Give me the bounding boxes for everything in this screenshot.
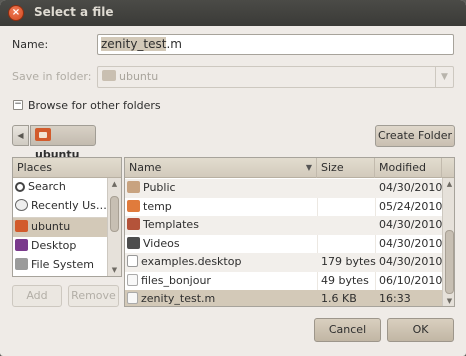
folder-icon xyxy=(102,70,116,81)
file-list-header: Name ▼ Size Modified xyxy=(125,158,454,178)
file-name-cell: files_bonjour xyxy=(127,272,317,290)
videos-folder-icon xyxy=(127,236,140,249)
file-row[interactable]: temp 05/24/2010 xyxy=(125,198,442,217)
file-name: examples.desktop xyxy=(141,255,242,268)
column-header-name[interactable]: Name ▼ xyxy=(125,158,317,178)
file-row[interactable]: Public 04/30/2010 xyxy=(125,179,442,198)
name-selected-text: zenity_test xyxy=(101,37,167,51)
public-folder-icon xyxy=(127,181,140,193)
home-folder-icon xyxy=(35,128,51,141)
browse-label[interactable]: Browse for other folders xyxy=(28,99,161,112)
places-item-recent[interactable]: Recently Us… xyxy=(13,197,121,216)
file-rows: Public 04/30/2010 temp 05/24/2010 Templa… xyxy=(125,179,442,306)
close-button[interactable]: × xyxy=(8,5,24,21)
file-name: Templates xyxy=(143,218,199,231)
file-row[interactable]: Templates 04/30/2010 xyxy=(125,216,442,235)
file-name: temp xyxy=(143,199,172,213)
window-title: Select a file xyxy=(34,5,114,19)
add-bookmark-button[interactable]: Add xyxy=(12,285,62,307)
file-modified: 05/24/2010 xyxy=(379,199,443,213)
file-name: zenity_test.m xyxy=(141,292,216,305)
ok-button[interactable]: OK xyxy=(387,318,454,342)
places-header[interactable]: Places xyxy=(13,158,121,178)
scroll-down-icon[interactable]: ▼ xyxy=(443,297,454,305)
column-header-size[interactable]: Size xyxy=(317,158,375,178)
desktop-file-icon xyxy=(127,255,138,267)
cancel-button[interactable]: Cancel xyxy=(314,318,381,342)
places-item-filesystem[interactable]: File System xyxy=(13,256,121,275)
file-size: 179 bytes xyxy=(321,255,376,268)
column-header-name-label: Name xyxy=(129,161,162,174)
combo-arrow-icon: ▼ xyxy=(435,67,453,87)
file-modified: 06/10/2010 xyxy=(379,273,443,287)
path-back-button[interactable]: ◀ xyxy=(12,125,29,146)
places-item-label: ubuntu xyxy=(31,220,71,233)
places-panel: Places Search Recently Us… ubuntu Deskto… xyxy=(12,157,122,277)
remove-bookmark-button[interactable]: Remove xyxy=(68,285,119,307)
places-item-label: File System xyxy=(31,258,94,271)
file-list-scrollbar[interactable]: ▲ ▼ xyxy=(442,178,454,306)
places-item-ubuntu[interactable]: ubuntu xyxy=(13,218,121,237)
save-in-folder-combo[interactable]: ubuntu ▼ xyxy=(97,66,454,88)
home-folder-icon xyxy=(15,220,28,232)
file-modified: 04/30/2010 xyxy=(379,255,443,268)
name-label: Name: xyxy=(12,38,49,51)
file-size: 49 bytes xyxy=(321,273,369,287)
places-item-label: Search xyxy=(28,180,66,193)
file-name: files_bonjour xyxy=(141,273,211,287)
desktop-icon xyxy=(15,239,28,251)
file-modified: 04/30/2010 xyxy=(379,236,443,250)
file-name-cell: Public xyxy=(127,179,317,197)
file-name-cell: examples.desktop xyxy=(127,253,317,271)
file-dialog: × Select a file Name: zenity_test.m Save… xyxy=(0,0,466,356)
file-name: Public xyxy=(143,181,176,194)
file-list-scroll-thumb[interactable] xyxy=(445,230,454,294)
templates-folder-icon xyxy=(127,218,140,230)
search-icon xyxy=(15,182,25,192)
file-modified: 16:33 xyxy=(379,292,411,305)
file-name: Videos xyxy=(143,236,180,250)
file-size: 1.6 KB xyxy=(321,292,357,305)
file-list: Name ▼ Size Modified Public 04/30/2010 te… xyxy=(124,157,455,307)
places-scroll-thumb[interactable] xyxy=(110,196,119,232)
places-item-desktop[interactable]: Desktop xyxy=(13,237,121,256)
save-in-value: ubuntu xyxy=(119,70,159,83)
sort-arrow-icon: ▼ xyxy=(305,163,312,172)
file-row[interactable]: files_bonjour 49 bytes 06/10/2010 xyxy=(125,272,442,291)
places-item-label: Recently Us… xyxy=(31,199,107,212)
file-row[interactable]: Videos 04/30/2010 xyxy=(125,235,442,254)
titlebar: × Select a file xyxy=(0,0,466,26)
text-file-icon xyxy=(127,292,138,304)
scroll-up-icon[interactable]: ▲ xyxy=(443,180,454,188)
column-header-modified[interactable]: Modified xyxy=(375,158,442,178)
file-name-cell: temp xyxy=(127,198,317,216)
places-item-search[interactable]: Search xyxy=(13,178,121,197)
scroll-up-icon[interactable]: ▲ xyxy=(108,180,121,188)
name-input[interactable]: zenity_test.m xyxy=(97,34,454,55)
scroll-down-icon[interactable]: ▼ xyxy=(108,266,121,274)
create-folder-button[interactable]: Create Folder xyxy=(375,125,455,147)
file-name-cell: zenity_test.m xyxy=(127,290,317,306)
browse-expander-icon[interactable]: − xyxy=(13,100,23,110)
filesystem-icon xyxy=(15,258,28,270)
file-row-selected[interactable]: zenity_test.m 1.6 KB 16:33 xyxy=(125,290,442,306)
recent-icon xyxy=(15,199,28,211)
places-item-label: Desktop xyxy=(31,239,77,252)
file-modified: 04/30/2010 xyxy=(379,218,443,231)
places-scrollbar[interactable]: ▲ ▼ xyxy=(107,178,121,276)
path-button-ubuntu[interactable]: ubuntu xyxy=(30,125,96,161)
file-name-cell: Videos xyxy=(127,235,317,253)
name-extension-text: .m xyxy=(166,37,182,51)
file-row[interactable]: examples.desktop 179 bytes 04/30/2010 xyxy=(125,253,442,272)
file-modified: 04/30/2010 xyxy=(379,181,443,194)
save-in-label: Save in folder: xyxy=(12,70,92,83)
text-file-icon xyxy=(127,273,138,286)
folder-icon xyxy=(127,199,140,212)
file-name-cell: Templates xyxy=(127,216,317,234)
